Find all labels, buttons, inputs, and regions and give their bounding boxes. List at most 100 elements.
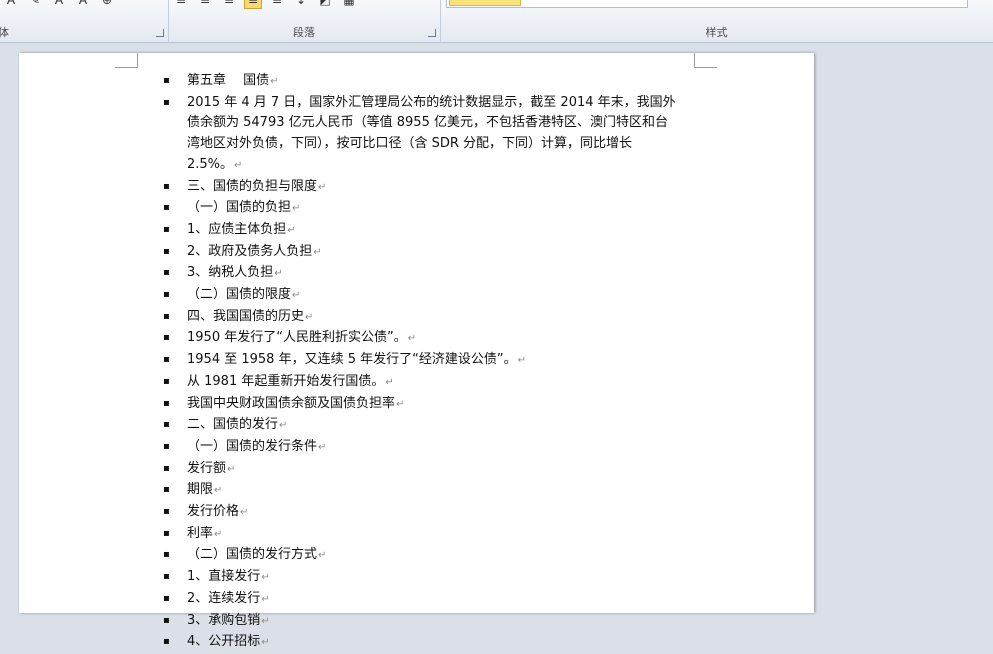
list-item-text: 从 1981 年起重新开始发行国债。	[187, 373, 385, 389]
document-page[interactable]: ▪ 第五章 国债 ↵ ▪ 2015 年 4 月 7 日，国家外汇管理局公布的统计数据显示…	[19, 53, 814, 649]
list-item-text: 1954 至 1958 年，又连续 5 年发行了“经济建设公债”。	[187, 352, 517, 368]
paragraph-mark-icon: ↵	[407, 333, 417, 345]
list-item-text: （一）国债的发行条件	[187, 438, 318, 454]
text-effects-icon[interactable]: A	[2, 0, 20, 9]
bullet-icon: ▪	[163, 75, 170, 86]
list-item[interactable]: ▪ （二）国债的发行方式↵	[160, 545, 680, 567]
bullet-icon: ▪	[163, 440, 170, 452]
paragraph-mark-icon: ↵	[261, 593, 270, 605]
paragraph-toolbar: ≡ ≡ ≡ ≡ ≡ ↕ ◩ ▦	[172, 0, 358, 10]
margin-crop-mark-left	[115, 53, 138, 68]
enclose-characters-icon[interactable]: ⊕	[98, 0, 116, 9]
paragraph-mark-icon: ↵	[261, 637, 270, 649]
list-item-text: 发行额	[187, 460, 227, 476]
font-toolbar: A ✎ A A ⊕	[2, 0, 116, 10]
list-item[interactable]: ▪ 利率↵	[160, 524, 680, 546]
paragraph-mark-icon: ↵	[396, 398, 405, 410]
bullet-icon: ▪	[163, 571, 170, 583]
bullet-icon: ▪	[163, 462, 170, 474]
list-item[interactable]: ▪ （一）国债的负担↵	[160, 198, 680, 220]
list-item[interactable]: ▪ 四、我国国债的历史↵	[160, 307, 680, 329]
bullet-icon: ▪	[163, 180, 170, 192]
borders-icon[interactable]: ▦	[340, 0, 358, 9]
list-item-text: （二）国债的发行方式	[187, 547, 318, 563]
bullet-icon: ▪	[163, 245, 170, 257]
list-item[interactable]: ▪ （一）国债的发行条件↵	[160, 437, 680, 459]
align-left-icon[interactable]: ≡	[172, 0, 190, 9]
list-item-text: 2015 年 4 月 7 日，国家外汇管理局公布的统计数据显示，截至 2014 …	[187, 94, 676, 172]
bullet-icon: ▪	[163, 96, 170, 108]
paragraph-mark-icon: ↵	[240, 507, 249, 519]
list-item[interactable]: ▪ 我国中央财政国债余额及国债负担率↵	[160, 394, 680, 416]
line-spacing-icon[interactable]: ↕	[292, 0, 310, 9]
list-item[interactable]: ▪ 期限↵	[160, 480, 680, 502]
list-item[interactable]: ▪ 二、国债的发行↵	[160, 415, 680, 437]
list-item-text: 利率	[187, 525, 214, 541]
bullet-icon: ▪	[163, 506, 170, 518]
list-item[interactable]: ▪ 4、公开招标↵	[160, 632, 680, 654]
list-item-text: 1、直接发行	[187, 569, 261, 585]
list-item[interactable]: ▪ （二）国债的限度↵	[160, 285, 680, 307]
list-item[interactable]: ▪ 3、承购包销↵	[160, 611, 680, 633]
justify-icon[interactable]: ≡	[244, 0, 262, 9]
list-item-text: 1、应债主体负担	[187, 221, 287, 237]
font-color-icon[interactable]: A	[50, 0, 68, 9]
list-item-text: （二）国债的限度	[187, 287, 292, 303]
list-item[interactable]: ▪ 2、连续发行↵	[160, 589, 680, 611]
list-item-text: 第五章 国债	[187, 73, 270, 88]
highlight-color-icon[interactable]: ✎	[26, 0, 44, 9]
list-item[interactable]: ▪ 1954 至 1958 年，又连续 5 年发行了“经济建设公债”。↵	[160, 350, 680, 372]
paragraph-mark-icon: ↵	[227, 463, 236, 475]
list-item[interactable]: ▪ 3、纳税人负担↵	[160, 263, 680, 285]
list-item[interactable]: ▪ 2、政府及债务人负担↵	[160, 242, 680, 264]
list-item[interactable]: ▪ 从 1981 年起重新开始发行国债。↵	[160, 372, 680, 394]
font-dialog-launcher-icon[interactable]: x	[156, 29, 164, 37]
list-item-text: 1950 年发行了“人民胜利折实公债”。	[187, 330, 407, 346]
list-item-text: （一）国债的负担	[187, 200, 292, 216]
paragraph-group: ≡ ≡ ≡ ≡ ≡ ↕ ◩ ▦ 段落 x	[168, 0, 441, 42]
quick-styles-gallery[interactable]	[446, 0, 968, 8]
paragraph-mark-icon: ↵	[318, 550, 327, 562]
align-right-icon[interactable]: ≡	[220, 0, 238, 9]
list-item[interactable]: ▪ 1、直接发行↵	[160, 567, 680, 589]
shading-icon[interactable]: ◩	[316, 0, 334, 9]
bullet-icon: ▪	[163, 614, 170, 626]
bulleted-list[interactable]: ▪ 第五章 国债 ↵ ▪ 2015 年 4 月 7 日，国家外汇管理局公布的统计数据显示…	[160, 71, 680, 654]
paragraph-mark-icon: ↵	[279, 420, 288, 432]
paragraph-mark-icon: ↵	[261, 615, 270, 627]
list-item-text: 发行价格	[187, 504, 240, 520]
character-shading-icon[interactable]: A	[74, 0, 92, 9]
bullet-icon: ▪	[163, 267, 170, 279]
list-item[interactable]: ▪ 1、应债主体负担↵	[160, 220, 680, 242]
font-group: A ✎ A A ⊕ 体 x	[0, 0, 169, 42]
align-center-icon[interactable]: ≡	[196, 0, 214, 9]
selected-style[interactable]	[449, 0, 521, 6]
bullet-icon: ▪	[163, 397, 170, 409]
list-item-text: 三、国债的负担与限度	[187, 178, 318, 194]
paragraph-mark-icon: ↵	[318, 181, 327, 193]
bullet-icon: ▪	[163, 289, 170, 301]
paragraph-mark-icon: ↵	[385, 376, 394, 388]
paragraph-mark-icon: ↵	[261, 572, 270, 584]
list-item[interactable]: ▪ 发行价格↵	[160, 502, 680, 524]
paragraph-dialog-launcher-icon[interactable]: x	[428, 29, 436, 37]
paragraph-mark-icon: ↵	[287, 224, 296, 236]
list-item-text: 4、公开招标	[187, 634, 261, 650]
paragraph-mark-icon: ↵	[305, 311, 314, 323]
list-item[interactable]: ▪ 2015 年 4 月 7 日，国家外汇管理局公布的统计数据显示，截至 2014…	[160, 93, 680, 177]
list-item[interactable]: ▪ 发行额↵	[160, 459, 680, 481]
list-item-text: 期限	[187, 482, 214, 498]
list-item[interactable]: ▪ 三、国债的负担与限度↵	[160, 177, 680, 199]
list-item-text: 我国中央财政国债余额及国债负担率	[187, 395, 396, 411]
styles-group-label: 样式	[705, 26, 728, 39]
bullet-icon: ▪	[163, 636, 170, 648]
bullet-icon: ▪	[163, 354, 170, 366]
bullet-icon: ▪	[163, 202, 170, 214]
list-item[interactable]: ▪ 1950 年发行了“人民胜利折实公债”。↵	[160, 328, 680, 350]
list-item[interactable]: ▪ 第五章 国债↵	[160, 71, 680, 93]
bullet-icon: ▪	[163, 592, 170, 604]
bullet-icon: ▪	[163, 223, 170, 235]
bullet-icon: ▪	[163, 549, 170, 561]
distributed-icon[interactable]: ≡	[268, 0, 286, 9]
bullet-icon: ▪	[163, 332, 170, 344]
